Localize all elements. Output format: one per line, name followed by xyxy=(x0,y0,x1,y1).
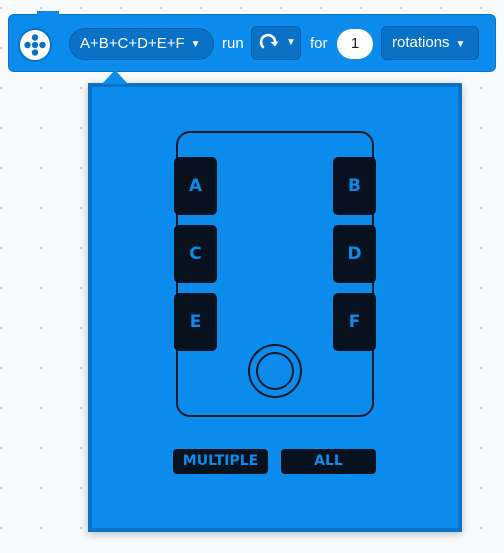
amount-input[interactable]: 1 xyxy=(337,29,373,59)
multiple-button[interactable]: MULTIPLE xyxy=(173,449,268,474)
hub-outline: A B C D E F xyxy=(174,131,376,417)
chevron-down-icon: ▼ xyxy=(190,39,201,50)
port-dropdown-value: A+B+C+D+E+F xyxy=(80,35,185,52)
direction-dropdown[interactable]: ▼ xyxy=(251,26,301,60)
port-f-button[interactable]: F xyxy=(333,293,376,351)
block-notch xyxy=(37,11,59,19)
port-e-button[interactable]: E xyxy=(174,293,217,351)
port-b-button[interactable]: B xyxy=(333,157,376,215)
hub-center-button-ring xyxy=(256,352,294,390)
for-label: for xyxy=(310,35,328,52)
unit-dropdown-value: rotations xyxy=(392,34,450,51)
hub-center-button xyxy=(248,344,302,398)
port-selector-panel: A B C D E F MULTIPLE ALL xyxy=(88,83,462,532)
port-c-button[interactable]: C xyxy=(174,225,217,283)
chevron-down-icon: ▼ xyxy=(455,39,466,50)
run-label: run xyxy=(222,35,244,52)
port-d-button[interactable]: D xyxy=(333,225,376,283)
clockwise-arrow-icon xyxy=(259,33,279,49)
port-a-button[interactable]: A xyxy=(174,157,217,215)
port-dropdown[interactable]: A+B+C+D+E+F ▼ xyxy=(69,28,214,60)
unit-dropdown[interactable]: rotations ▼ xyxy=(381,26,479,60)
motor-run-block[interactable]: A+B+C+D+E+F ▼ run ▼ for 1 rotations ▼ xyxy=(8,11,496,72)
all-button[interactable]: ALL xyxy=(281,449,376,474)
popover-pointer xyxy=(102,70,128,84)
motor-hub-icon xyxy=(18,28,52,62)
chevron-down-icon: ▼ xyxy=(286,37,296,48)
